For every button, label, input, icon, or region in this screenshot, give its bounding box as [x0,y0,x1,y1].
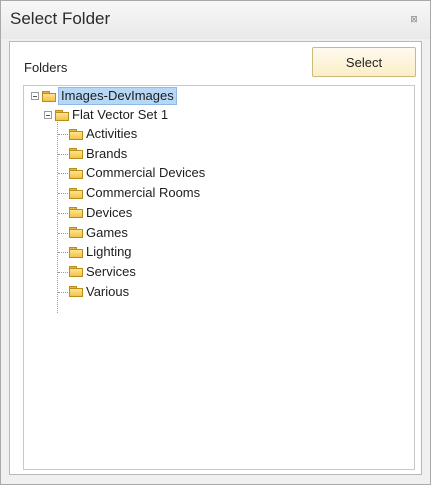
collapse-icon[interactable] [31,92,39,100]
tree-node-services[interactable]: Services [69,263,136,281]
select-folder-window: Select Folder ⊠ Folders Select Images-De… [0,0,431,485]
close-icon[interactable]: ⊠ [410,15,418,24]
tree-node-commercial-rooms[interactable]: Commercial Rooms [69,184,200,202]
tree-node-various[interactable]: Various [69,283,129,301]
folder-icon [69,227,83,238]
folder-icon [69,128,83,140]
tree-node-label: Devices [86,204,133,220]
tree-line [58,173,68,175]
collapse-icon[interactable] [44,111,52,119]
tree-line [58,291,68,294]
tree-node-flat-vector-set[interactable]: Flat Vector Set 1 [44,106,168,124]
window-title: Select Folder [10,9,111,28]
tree-node-label: Services [86,263,136,279]
tree-line [58,271,68,274]
tree-node-lighting[interactable]: Lighting [69,243,132,261]
tree-node-root[interactable]: Images-DevImages [31,87,177,105]
tree-node-brands[interactable]: Brands [69,145,127,163]
folders-label: Folders [24,60,68,75]
tree-node-label: Commercial Rooms [86,185,201,201]
tree-node-activities[interactable]: Activities [69,125,137,143]
tree-node-label: Activities [86,126,138,141]
tree-line [58,232,68,235]
folder-icon [55,109,69,121]
tree-node-label: Brands [86,145,128,161]
tree-node-label: Images-DevImages [58,87,177,105]
tree-line [58,252,68,254]
folder-panel: Folders Select Images-DevImages Flat Vec… [9,41,422,475]
title-bar: Select Folder ⊠ [1,1,430,39]
folder-icon [69,148,83,160]
tree-line [58,193,68,195]
folder-tree[interactable]: Images-DevImages Flat Vector Set 1 Activ… [23,85,415,470]
tree-node-label: Flat Vector Set 1 [72,107,169,122]
tree-node-label: Various [86,283,130,299]
tree-line [58,153,68,156]
folder-icon [69,286,83,298]
folder-icon [69,187,83,199]
folder-icon [42,90,56,102]
tree-line [58,134,68,136]
folder-icon [69,266,83,278]
tree-node-label: Commercial Devices [86,165,206,181]
folder-icon [69,207,83,219]
tree-node-commercial-devices[interactable]: Commercial Devices [69,164,205,182]
tree-line [57,118,59,313]
tree-node-devices[interactable]: Devices [69,204,132,222]
tree-node-label: Lighting [86,244,132,260]
tree-line [58,212,68,215]
folder-icon [69,246,83,258]
select-button[interactable]: Select [312,47,416,77]
tree-node-label: Games [86,224,128,240]
folder-icon [69,167,83,179]
tree-node-games[interactable]: Games [69,224,128,242]
